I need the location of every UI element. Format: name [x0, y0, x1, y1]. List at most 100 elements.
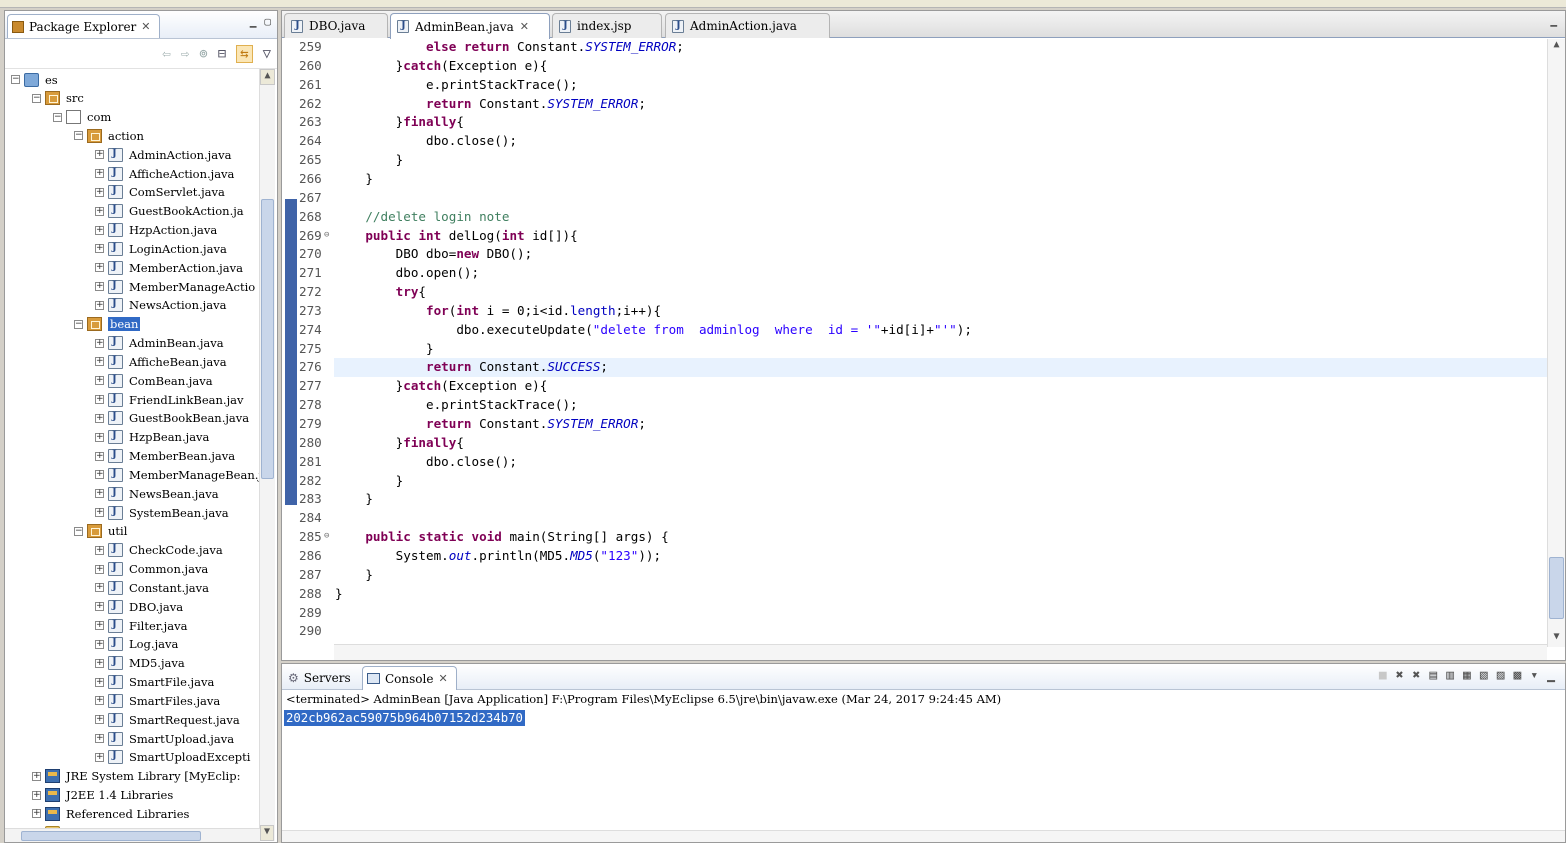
collapse-toggle-icon[interactable]: −: [11, 75, 20, 84]
expand-toggle-icon[interactable]: +: [95, 752, 104, 762]
code-line[interactable]: }: [335, 341, 434, 356]
expand-toggle-icon[interactable]: +: [95, 715, 104, 725]
tree-item[interactable]: + SmartRequest.java: [95, 710, 240, 729]
link-with-editor-icon[interactable]: ⇆: [236, 44, 253, 63]
tree-item[interactable]: + SystemBean.java: [95, 503, 229, 522]
code-line[interactable]: DBO dbo=new DBO();: [335, 246, 533, 261]
expand-toggle-icon[interactable]: +: [95, 357, 104, 367]
expand-toggle-icon[interactable]: +: [95, 508, 104, 518]
tree-item[interactable]: − action: [74, 126, 144, 145]
tab-console[interactable]: Console ✕: [362, 666, 457, 690]
tree-item[interactable]: − src: [32, 89, 84, 108]
tree-item[interactable]: + DBO.java: [95, 597, 183, 616]
code-line[interactable]: //delete login note: [335, 209, 509, 224]
minimize-icon[interactable]: ▁: [1550, 14, 1557, 27]
tree-item[interactable]: + Referenced Libraries: [32, 804, 189, 823]
collapse-toggle-icon[interactable]: −: [74, 131, 83, 141]
tree-item[interactable]: + Log.java: [95, 635, 178, 654]
scroll-lock-icon[interactable]: ▥: [1446, 668, 1454, 683]
open-console-icon[interactable]: ▨: [1497, 668, 1505, 683]
code-line[interactable]: }: [335, 567, 373, 582]
expand-toggle-icon[interactable]: +: [95, 451, 104, 461]
view-menu-icon[interactable]: ▽: [263, 46, 271, 62]
expand-toggle-icon[interactable]: +: [95, 206, 104, 216]
scroll-up-icon[interactable]: ▲: [260, 69, 275, 85]
code-line[interactable]: else return Constant.SYSTEM_ERROR;: [335, 39, 684, 54]
editor-horizontal-scrollbar[interactable]: [334, 644, 1547, 660]
expand-toggle-icon[interactable]: +: [95, 564, 104, 574]
tree-item[interactable]: + Constant.java: [95, 578, 209, 597]
tree-item[interactable]: + HzpBean.java: [95, 428, 209, 447]
editor-tab[interactable]: AdminAction.java: [665, 13, 830, 38]
tree-item[interactable]: + FriendLinkBean.jav: [95, 390, 244, 409]
tree-item[interactable]: + GuestBookAction.ja: [95, 202, 244, 221]
tree-item[interactable]: + AdminBean.java: [95, 334, 224, 353]
expand-toggle-icon[interactable]: +: [32, 809, 41, 819]
tree-item[interactable]: + LoginAction.java: [95, 239, 227, 258]
expand-toggle-icon[interactable]: +: [95, 187, 104, 197]
expand-toggle-icon[interactable]: +: [95, 583, 104, 593]
remove-launch-icon[interactable]: ✖: [1396, 668, 1404, 683]
scroll-down-icon[interactable]: ▼: [260, 825, 274, 841]
back-arrow-icon[interactable]: ⇦: [162, 46, 170, 62]
scroll-thumb[interactable]: [261, 199, 274, 479]
code-line[interactable]: }catch(Exception e){: [335, 58, 548, 73]
expand-toggle-icon[interactable]: +: [95, 282, 104, 292]
scroll-thumb[interactable]: [1549, 557, 1564, 619]
expand-toggle-icon[interactable]: +: [95, 677, 104, 687]
tree-item[interactable]: + SmartFiles.java: [95, 691, 220, 710]
code-line[interactable]: }finally{: [335, 114, 464, 129]
expand-toggle-icon[interactable]: +: [95, 658, 104, 668]
code-line[interactable]: dbo.executeUpdate("delete from adminlog …: [335, 322, 972, 337]
tree-item[interactable]: + CheckCode.java: [95, 541, 223, 560]
tree-item[interactable]: + NewsAction.java: [95, 296, 226, 315]
code-line[interactable]: System.out.println(MD5.MD5("123"));: [335, 548, 661, 563]
code-line[interactable]: try{: [335, 284, 426, 299]
expand-toggle-icon[interactable]: +: [95, 545, 104, 555]
editor-tab[interactable]: DBO.java: [284, 13, 388, 38]
collapse-all-icon[interactable]: ⊟: [218, 46, 226, 62]
clear-console-icon[interactable]: ▤: [1429, 668, 1437, 683]
view-menu-icon[interactable]: ▾: [1530, 668, 1538, 683]
code-line[interactable]: return Constant.SYSTEM_ERROR;: [335, 416, 646, 431]
tree-item[interactable]: + Common.java: [95, 560, 208, 579]
minimize-icon[interactable]: ▁: [250, 15, 257, 28]
code-line[interactable]: }: [335, 491, 373, 506]
code-line[interactable]: }: [335, 171, 373, 186]
tree-item[interactable]: + SmartUploadExcepti: [95, 748, 250, 767]
collapse-toggle-icon[interactable]: −: [32, 93, 41, 103]
expand-toggle-icon[interactable]: +: [95, 470, 104, 480]
code-line[interactable]: public int delLog(int id[]){: [335, 228, 577, 243]
tree-item[interactable]: + MemberManageBean.j: [95, 465, 260, 484]
tree-item[interactable]: + MD5.java: [95, 654, 185, 673]
code-line[interactable]: return Constant.SUCCESS;: [335, 359, 608, 374]
code-editor[interactable]: 259 else return Constant.SYSTEM_ERROR; 26…: [282, 39, 1547, 647]
terminate-icon[interactable]: ■: [1379, 668, 1387, 683]
tree-item[interactable]: + ComServlet.java: [95, 183, 225, 202]
scroll-thumb[interactable]: [21, 831, 201, 841]
console-horizontal-scrollbar[interactable]: [282, 830, 1565, 842]
code-line[interactable]: }: [335, 152, 404, 167]
code-line[interactable]: e.printStackTrace();: [335, 77, 578, 92]
up-icon[interactable]: ⊚: [199, 46, 207, 62]
fold-toggle-icon[interactable]: ⊖: [324, 230, 329, 240]
collapse-toggle-icon[interactable]: −: [53, 112, 62, 122]
editor-tab[interactable]: index.jsp: [552, 13, 662, 38]
tree-item[interactable]: + SmartUpload.java: [95, 729, 234, 748]
tree-vertical-scrollbar[interactable]: ▲ ▼: [259, 69, 275, 841]
tree-horizontal-scrollbar[interactable]: [5, 828, 260, 842]
tree-item[interactable]: + GuestBookBean.java: [95, 409, 249, 428]
code-line[interactable]: }: [335, 586, 343, 601]
tree-item[interactable]: + NewsBean.java: [95, 484, 219, 503]
tree-item[interactable]: − util: [74, 522, 127, 541]
minimize-icon[interactable]: ▁: [1547, 668, 1555, 683]
close-icon[interactable]: ✕: [438, 672, 447, 685]
expand-toggle-icon[interactable]: +: [95, 696, 104, 706]
expand-toggle-icon[interactable]: +: [95, 395, 104, 405]
code-line[interactable]: e.printStackTrace();: [335, 397, 578, 412]
expand-toggle-icon[interactable]: +: [95, 432, 104, 442]
remove-all-terminated-icon[interactable]: ✖: [1413, 668, 1421, 683]
tree-item[interactable]: + MemberBean.java: [95, 447, 235, 466]
expand-toggle-icon[interactable]: +: [95, 338, 104, 348]
expand-toggle-icon[interactable]: +: [95, 734, 104, 744]
